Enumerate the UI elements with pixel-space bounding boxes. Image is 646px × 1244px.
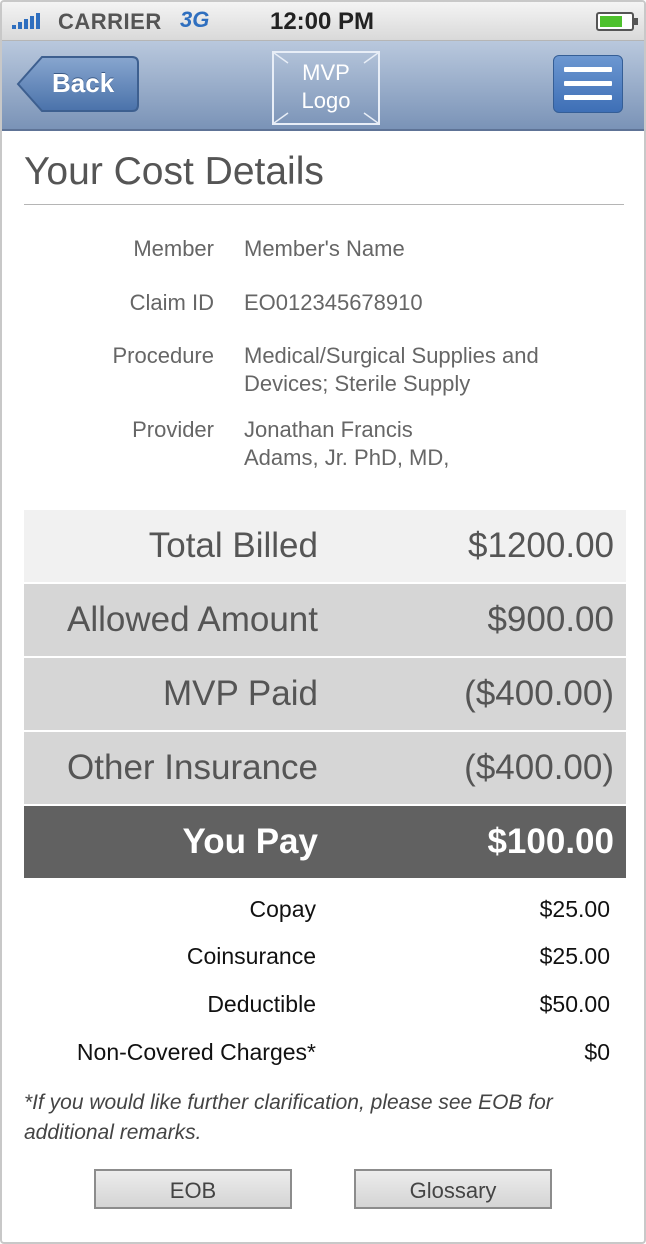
- mvp-paid-label: MVP Paid: [163, 674, 318, 713]
- non-covered-charges-label: Non-Covered Charges*: [76, 1039, 316, 1065]
- status-time: 12:00 PM: [269, 8, 375, 35]
- other-insurance-label: Other Insurance: [67, 748, 318, 787]
- logo-line-1: MVP: [302, 60, 350, 85]
- title-divider: [24, 204, 624, 205]
- eob-button[interactable]: EOB: [94, 1169, 292, 1209]
- claim-id-value: EO012345678910: [244, 290, 423, 315]
- provider-value: Jonathan Francis Adams, Jr. PhD, MD,: [244, 416, 624, 472]
- allowed-amount-value: $900.00: [487, 600, 614, 639]
- total-billed-value: $1200.00: [468, 526, 614, 565]
- page-title: Your Cost Details: [24, 150, 324, 193]
- total-billed-row: Total Billed $1200.00: [24, 510, 626, 582]
- procedure-value: Medical/Surgical Supplies and Devices; S…: [244, 342, 624, 398]
- battery-icon: [596, 12, 638, 31]
- back-button-label: Back: [52, 68, 115, 98]
- mvp-paid-value: ($400.00): [464, 674, 614, 713]
- procedure-value-line-2: Devices; Sterile Supply: [244, 371, 471, 396]
- claim-id-label: Claim ID: [129, 290, 214, 315]
- coinsurance-label: Coinsurance: [186, 943, 316, 969]
- other-insurance-value: ($400.00): [464, 748, 614, 787]
- status-bar: CARRIER 3G 12:00 PM: [2, 2, 644, 41]
- phone-screen: CARRIER 3G 12:00 PM Back MVP Logo Your C…: [0, 0, 646, 1244]
- allowed-amount-label: Allowed Amount: [67, 600, 318, 639]
- total-billed-label: Total Billed: [148, 526, 318, 565]
- other-insurance-row: Other Insurance ($400.00): [24, 732, 626, 804]
- non-covered-charges-value: $0: [584, 1039, 610, 1065]
- provider-value-line-2: Adams, Jr. PhD, MD,: [244, 445, 450, 470]
- allowed-amount-row: Allowed Amount $900.00: [24, 584, 626, 656]
- hamburger-menu-icon[interactable]: [553, 55, 623, 113]
- deductible-label: Deductible: [207, 991, 316, 1017]
- member-label: Member: [133, 236, 214, 261]
- procedure-label: Procedure: [112, 343, 214, 368]
- you-pay-value: $100.00: [487, 822, 614, 861]
- back-button[interactable]: Back: [16, 55, 140, 113]
- you-pay-row: You Pay $100.00: [24, 806, 626, 878]
- member-value: Member's Name: [244, 236, 405, 261]
- mvp-paid-row: MVP Paid ($400.00): [24, 658, 626, 730]
- copay-label: Copay: [249, 896, 316, 922]
- provider-value-line-1: Jonathan Francis: [244, 417, 413, 442]
- copay-value: $25.00: [539, 896, 610, 922]
- deductible-value: $50.00: [539, 991, 610, 1017]
- you-pay-label: You Pay: [182, 822, 318, 861]
- provider-label: Provider: [132, 417, 214, 442]
- nav-bar: Back MVP Logo: [2, 41, 644, 131]
- coinsurance-value: $25.00: [539, 943, 610, 969]
- procedure-value-line-1: Medical/Surgical Supplies and: [244, 343, 539, 368]
- mvp-logo-placeholder: MVP Logo: [272, 51, 380, 125]
- glossary-button[interactable]: Glossary: [354, 1169, 552, 1209]
- clarification-footnote: *If you would like further clarification…: [24, 1091, 553, 1144]
- logo-line-2: Logo: [301, 88, 351, 113]
